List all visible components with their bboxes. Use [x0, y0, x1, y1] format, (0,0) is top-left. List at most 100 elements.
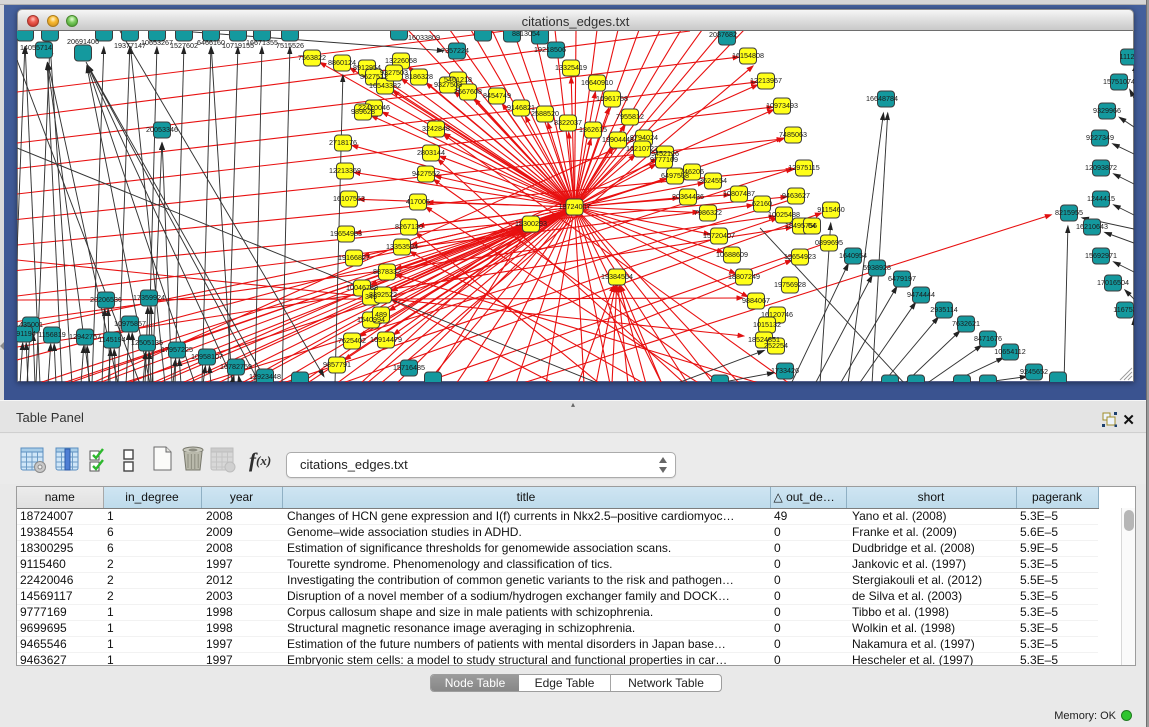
svg-text:12923448: 12923448: [249, 372, 281, 381]
svg-text:15751074: 15751074: [1103, 77, 1134, 86]
svg-text:3242848: 3242848: [422, 124, 450, 133]
svg-text:7632621: 7632621: [952, 319, 980, 328]
svg-text:20691406: 20691406: [67, 37, 99, 46]
svg-text:8292522: 8292522: [369, 290, 397, 299]
svg-text:7485063: 7485063: [779, 130, 807, 139]
svg-text:15720407: 15720407: [703, 231, 735, 240]
svg-text:3624554: 3624554: [699, 176, 727, 185]
svg-text:8878332: 8878332: [373, 267, 401, 276]
svg-text:7563822: 7563822: [298, 53, 326, 62]
svg-text:7955812: 7955812: [616, 112, 644, 121]
svg-text:7625402: 7625402: [338, 336, 366, 345]
svg-text:9794024: 9794024: [630, 133, 658, 142]
svg-text:9463627: 9463627: [782, 191, 810, 200]
svg-text:746206: 746206: [680, 167, 704, 176]
svg-text:19218506: 19218506: [534, 45, 566, 54]
svg-text:19756928: 19756928: [774, 280, 806, 289]
svg-text:435001: 435001: [19, 320, 43, 329]
svg-text:391194: 391194: [17, 329, 36, 338]
svg-text:18807249: 18807249: [728, 272, 760, 281]
svg-text:10688609: 10688609: [716, 250, 748, 259]
svg-text:1244415: 1244415: [1087, 194, 1115, 203]
svg-text:1362615: 1362615: [579, 125, 607, 134]
svg-text:10958107: 10958107: [191, 352, 223, 361]
svg-text:11121: 11121: [1120, 52, 1134, 61]
svg-text:17016504: 17016504: [1097, 278, 1129, 287]
svg-text:989628: 989628: [351, 107, 375, 116]
svg-text:16914479: 16914479: [370, 335, 402, 344]
svg-text:8186328: 8186328: [405, 72, 433, 81]
svg-text:489: 489: [375, 310, 387, 319]
svg-text:12213967: 12213967: [750, 76, 782, 85]
svg-text:13353594: 13353594: [386, 242, 418, 251]
svg-text:8215955: 8215955: [1055, 208, 1083, 217]
svg-text:16033809: 16033809: [408, 33, 440, 42]
svg-text:16154808: 16154808: [732, 51, 764, 60]
svg-text:417006: 417006: [406, 197, 430, 206]
svg-text:18300293: 18300293: [515, 219, 547, 228]
svg-text:19654923: 19654923: [784, 252, 816, 261]
svg-text:62160: 62160: [752, 199, 772, 208]
svg-text:17359924: 17359924: [133, 293, 165, 302]
svg-text:10807487: 10807487: [723, 189, 755, 198]
svg-text:8813054: 8813054: [512, 31, 540, 38]
svg-text:19166827: 19166827: [338, 253, 370, 262]
svg-text:116753: 116753: [1113, 305, 1134, 314]
svg-text:8860124: 8860124: [328, 58, 356, 67]
svg-text:16782759: 16782759: [220, 362, 252, 371]
svg-text:19384554: 19384554: [601, 272, 633, 281]
svg-text:16648784: 16648784: [866, 94, 898, 103]
svg-text:16543382: 16543382: [369, 81, 401, 90]
svg-text:13325419: 13325419: [555, 63, 587, 72]
svg-text:16107553: 16107553: [333, 194, 365, 203]
svg-text:12975115: 12975115: [788, 163, 819, 172]
svg-text:10653267: 10653267: [141, 38, 173, 47]
svg-text:8267130: 8267130: [395, 222, 423, 231]
svg-text:14055714: 14055714: [20, 43, 52, 52]
svg-text:9327503: 9327503: [380, 68, 408, 77]
svg-text:1145194: 1145194: [98, 335, 125, 344]
svg-text:9245652: 9245652: [1020, 367, 1048, 376]
svg-text:16640910: 16640910: [581, 78, 613, 87]
svg-text:9857791: 9857791: [323, 360, 351, 369]
svg-text:(x): (x): [256, 453, 271, 468]
svg-text:12213369: 12213369: [329, 166, 361, 175]
svg-text:9329966: 9329966: [1093, 106, 1121, 115]
svg-text:15716485: 15716485: [393, 363, 425, 372]
svg-text:19654983: 19654983: [330, 229, 362, 238]
svg-text:9777169: 9777169: [650, 155, 678, 164]
svg-text:252254: 252254: [764, 341, 788, 350]
svg-text:16961758: 16961758: [596, 94, 628, 103]
svg-text:7515526: 7515526: [276, 41, 304, 50]
svg-text:9884067: 9884067: [742, 296, 770, 305]
svg-text:8912954: 8912954: [353, 63, 381, 72]
svg-text:18724007: 18724007: [559, 202, 591, 211]
svg-text:17957225: 17957225: [161, 345, 193, 354]
svg-text:20364436: 20364436: [672, 192, 704, 201]
svg-text:12942757: 12942757: [69, 332, 101, 341]
svg-text:13226058: 13226058: [385, 56, 417, 65]
svg-text:9227349: 9227349: [1086, 133, 1114, 142]
svg-text:64: 64: [808, 221, 816, 230]
svg-text:2718176: 2718176: [329, 138, 357, 147]
svg-text:1640954: 1640954: [839, 251, 867, 260]
svg-text:10654112: 10654112: [994, 347, 1025, 356]
svg-text:1015132: 1015132: [753, 320, 781, 329]
svg-text:8471676: 8471676: [974, 334, 1002, 343]
svg-text:10975857: 10975857: [114, 319, 146, 328]
svg-text:2803144: 2803144: [417, 148, 445, 157]
svg-text:12505135: 12505135: [131, 338, 163, 347]
svg-text:9427552: 9427552: [412, 169, 440, 178]
svg-text:20053346: 20053346: [146, 125, 178, 134]
svg-text:8322037: 8322037: [554, 118, 582, 127]
svg-text:1156819: 1156819: [38, 330, 65, 339]
svg-text:7357224: 7357224: [441, 46, 469, 55]
svg-text:16671355: 16671355: [246, 38, 278, 47]
svg-text:2087682: 2087682: [709, 31, 737, 39]
svg-text:10025488: 10025488: [768, 210, 800, 219]
svg-text:6466160: 6466160: [197, 38, 225, 47]
svg-text:9115460: 9115460: [817, 205, 844, 214]
svg-text:5938928: 5938928: [863, 263, 891, 272]
svg-text:6479197: 6479197: [888, 274, 916, 283]
svg-text:2588520: 2588520: [531, 109, 559, 118]
